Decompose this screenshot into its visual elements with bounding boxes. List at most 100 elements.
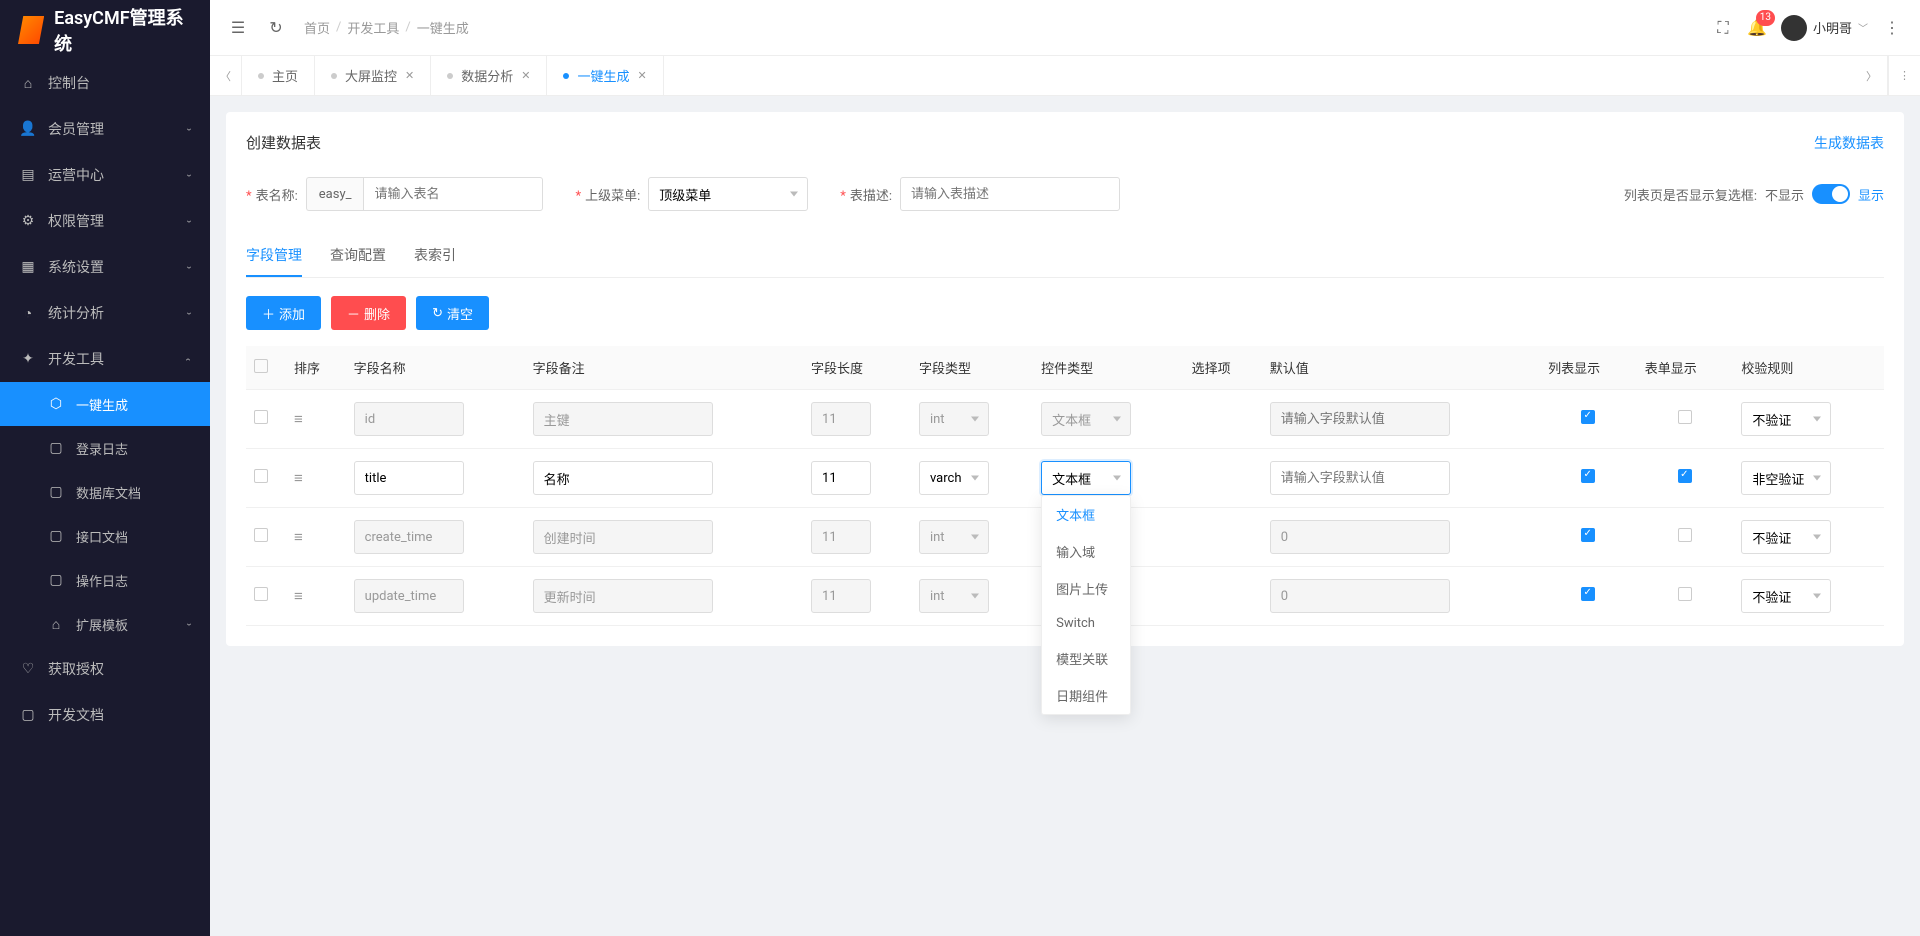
sidebar-item[interactable]: ✦开发工具› <box>0 336 210 382</box>
default-value-input[interactable] <box>1270 402 1450 436</box>
field-name-input[interactable] <box>354 520 464 554</box>
sidebar-item[interactable]: ▦系统设置› <box>0 244 210 290</box>
sidebar-item[interactable]: ◔统计分析› <box>0 290 210 336</box>
close-icon[interactable]: ✕ <box>638 69 647 82</box>
field-type-select[interactable] <box>919 579 989 613</box>
default-value-input[interactable] <box>1270 520 1450 554</box>
bell-icon[interactable]: 🔔13 <box>1747 18 1767 38</box>
field-remark-input[interactable] <box>533 402 713 436</box>
sidebar-subitem[interactable]: ▢数据库文档 <box>0 470 210 514</box>
chevron-icon: › <box>183 219 194 222</box>
more-icon[interactable]: ⋮ <box>1882 18 1902 38</box>
sidebar-item[interactable]: ♡获取授权 <box>0 646 210 692</box>
generate-table-link[interactable]: 生成数据表 <box>1814 133 1884 153</box>
field-length-input[interactable] <box>811 579 871 613</box>
breadcrumb-item[interactable]: 开发工具 <box>347 18 399 37</box>
sub-tab[interactable]: 查询配置 <box>330 235 386 277</box>
sidebar-subitem[interactable]: ⬡一键生成 <box>0 382 210 426</box>
tab[interactable]: 一键生成✕ <box>547 56 663 95</box>
drag-handle-icon[interactable]: ≡ <box>294 469 303 487</box>
sub-tab[interactable]: 字段管理 <box>246 235 302 277</box>
control-select[interactable] <box>1041 461 1131 495</box>
add-button[interactable]: ＋ 添加 <box>246 296 321 330</box>
sidebar-subitem[interactable]: ⌂扩展模板› <box>0 602 210 646</box>
table-desc-input[interactable] <box>900 177 1120 211</box>
dropdown-item[interactable]: Switch <box>1042 607 1130 640</box>
dropdown-item[interactable]: 模型关联 <box>1042 640 1130 677</box>
form-show-checkbox[interactable] <box>1678 587 1692 601</box>
form-show-checkbox[interactable] <box>1678 410 1692 424</box>
sidebar-item[interactable]: ⚙权限管理› <box>0 198 210 244</box>
dropdown-item[interactable]: 图片上传 <box>1042 570 1130 607</box>
tab[interactable]: 大屏监控✕ <box>315 56 431 95</box>
control-dropdown: 文本框输入域图片上传Switch模型关联日期组件选择器富文本 <box>1041 495 1131 715</box>
sidebar-item[interactable]: ▤运营中心› <box>0 152 210 198</box>
default-value-input[interactable] <box>1270 579 1450 613</box>
sidebar-item[interactable]: ⌂控制台 <box>0 60 210 106</box>
default-value-input[interactable] <box>1270 461 1450 495</box>
list-show-checkbox[interactable] <box>1581 528 1595 542</box>
row-checkbox[interactable] <box>254 587 268 601</box>
tab[interactable]: 主页 <box>242 56 315 95</box>
list-show-checkbox[interactable] <box>1581 469 1595 483</box>
dropdown-item[interactable]: 文本框 <box>1042 496 1130 533</box>
list-show-checkbox[interactable] <box>1581 410 1595 424</box>
field-type-select[interactable] <box>919 402 989 436</box>
row-checkbox[interactable] <box>254 528 268 542</box>
refresh-icon[interactable]: ↻ <box>266 18 286 38</box>
drag-handle-icon[interactable]: ≡ <box>294 587 303 605</box>
sidebar-item[interactable]: 👤会员管理› <box>0 106 210 152</box>
tabs-bar: 〈 主页大屏监控✕数据分析✕一键生成✕ 〉 ⋮ <box>210 56 1920 96</box>
sidebar-subitem[interactable]: ▢登录日志 <box>0 426 210 470</box>
drag-handle-icon[interactable]: ≡ <box>294 528 303 546</box>
drag-handle-icon[interactable]: ≡ <box>294 410 303 428</box>
table-name-input[interactable] <box>363 177 543 211</box>
field-type-select[interactable] <box>919 461 989 495</box>
breadcrumb-item[interactable]: 首页 <box>304 18 330 37</box>
logo[interactable]: EasyCMF管理系统 <box>0 0 210 60</box>
form-show-checkbox[interactable] <box>1678 528 1692 542</box>
tabs-scroll-right[interactable]: 〉 <box>1856 56 1888 95</box>
field-length-input[interactable] <box>811 402 871 436</box>
control-select[interactable] <box>1041 402 1131 436</box>
list-show-checkbox[interactable] <box>1581 587 1595 601</box>
validation-select[interactable] <box>1741 520 1831 554</box>
tabs-menu[interactable]: ⋮ <box>1888 56 1920 95</box>
field-name-input[interactable] <box>354 579 464 613</box>
tabs-scroll-left[interactable]: 〈 <box>210 56 242 95</box>
sub-tab[interactable]: 表索引 <box>414 235 456 277</box>
breadcrumb-item[interactable]: 一键生成 <box>417 18 469 37</box>
dropdown-item[interactable]: 选择器 <box>1042 714 1130 715</box>
user-menu[interactable]: 小明哥 ﹀ <box>1781 15 1868 41</box>
delete-button[interactable]: － 删除 <box>331 296 406 330</box>
field-type-select[interactable] <box>919 520 989 554</box>
form-show-checkbox[interactable] <box>1678 469 1692 483</box>
close-icon[interactable]: ✕ <box>521 69 530 82</box>
select-all-checkbox[interactable] <box>254 359 268 373</box>
validation-select[interactable] <box>1741 402 1831 436</box>
collapse-icon[interactable]: ☰ <box>228 18 248 38</box>
validation-select[interactable] <box>1741 461 1831 495</box>
tab[interactable]: 数据分析✕ <box>431 56 547 95</box>
checkbox-toggle[interactable] <box>1812 184 1850 204</box>
field-remark-input[interactable] <box>533 579 713 613</box>
field-length-input[interactable] <box>811 520 871 554</box>
close-icon[interactable]: ✕ <box>405 69 414 82</box>
table-desc-label: 表描述: <box>840 185 892 204</box>
parent-menu-select[interactable] <box>648 177 808 211</box>
field-length-input[interactable] <box>811 461 871 495</box>
sidebar-item[interactable]: ▢开发文档 <box>0 692 210 738</box>
validation-select[interactable] <box>1741 579 1831 613</box>
sidebar-subitem[interactable]: ▢接口文档 <box>0 514 210 558</box>
row-checkbox[interactable] <box>254 469 268 483</box>
row-checkbox[interactable] <box>254 410 268 424</box>
dropdown-item[interactable]: 日期组件 <box>1042 677 1130 714</box>
field-name-input[interactable] <box>354 461 464 495</box>
fullscreen-icon[interactable]: ⛶ <box>1713 18 1733 38</box>
sidebar-subitem[interactable]: ▢操作日志 <box>0 558 210 602</box>
dropdown-item[interactable]: 输入域 <box>1042 533 1130 570</box>
field-remark-input[interactable] <box>533 520 713 554</box>
clear-button[interactable]: ↻ 清空 <box>416 296 489 330</box>
field-remark-input[interactable] <box>533 461 713 495</box>
field-name-input[interactable] <box>354 402 464 436</box>
